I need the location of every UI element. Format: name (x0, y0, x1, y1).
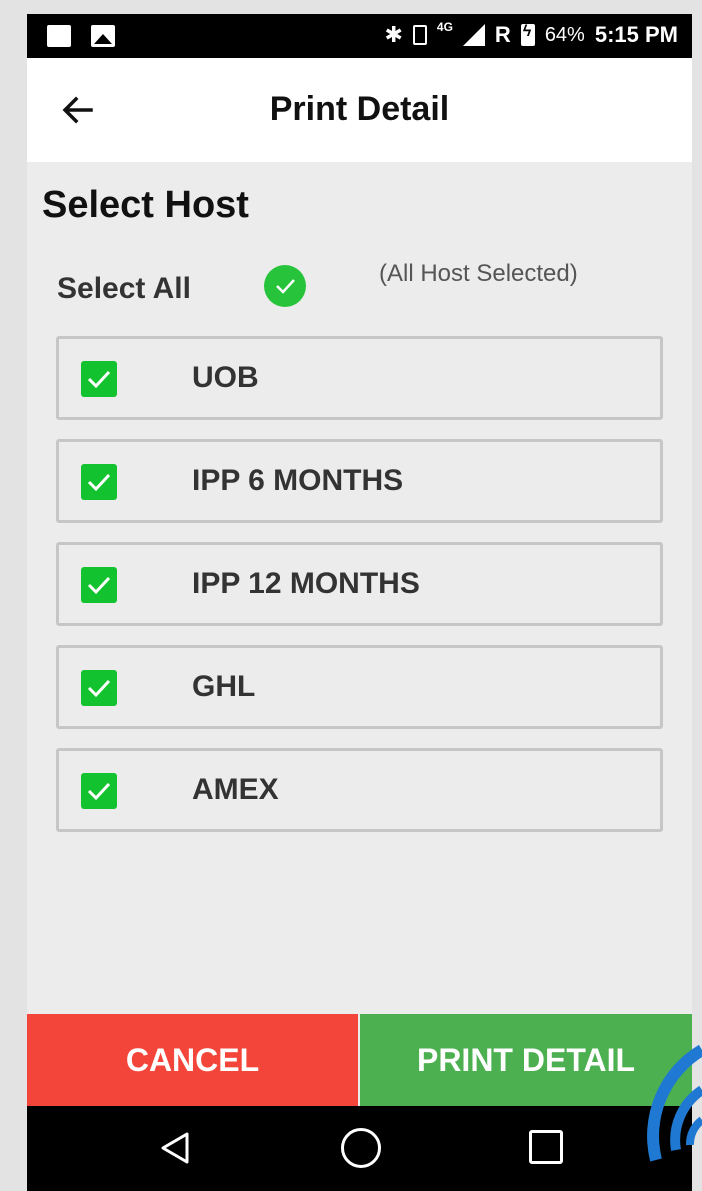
host-list: UOB IPP 6 MONTHS IPP 12 MONTHS GHL AMEX (56, 336, 663, 851)
checkmark-icon (87, 782, 111, 801)
network-type: 4G (436, 20, 453, 34)
cancel-button[interactable]: CANCEL (27, 1014, 358, 1106)
battery-percent: 64% (544, 23, 585, 46)
host-item[interactable]: IPP 12 MONTHS (56, 542, 663, 626)
section-title: Select Host (42, 184, 249, 226)
bluetooth-icon: ✱ (384, 22, 403, 47)
notification-icon (47, 25, 71, 47)
roaming-indicator: R (494, 22, 511, 47)
host-label: AMEX (192, 773, 279, 806)
host-item[interactable]: AMEX (56, 748, 663, 832)
checkmark-icon (87, 370, 111, 389)
checkmark-icon (87, 679, 111, 698)
checkmark-icon (87, 576, 111, 595)
vibrate-icon (412, 25, 427, 45)
nav-home-icon[interactable] (341, 1128, 381, 1168)
image-notification-icon (91, 25, 115, 47)
host-label: UOB (192, 361, 259, 394)
host-label: IPP 12 MONTHS (192, 567, 420, 600)
host-checkbox[interactable] (81, 361, 117, 397)
host-checkbox[interactable] (81, 567, 117, 603)
host-item[interactable]: IPP 6 MONTHS (56, 439, 663, 523)
select-all-toggle[interactable] (264, 265, 306, 307)
host-label: GHL (192, 670, 256, 703)
checkmark-icon (87, 473, 111, 492)
host-checkbox[interactable] (81, 464, 117, 500)
check-circle-icon (276, 279, 295, 294)
select-all-status: (All Host Selected) (379, 260, 578, 287)
select-all-label: Select All (57, 272, 191, 305)
host-checkbox[interactable] (81, 670, 117, 706)
host-item[interactable]: UOB (56, 336, 663, 420)
clock: 5:15 PM (594, 22, 678, 47)
battery-icon (520, 23, 535, 46)
nav-back-icon[interactable] (157, 1130, 193, 1166)
device-screen: ✱ 4G R 64% 5:15 PM Print Detail Select H… (27, 14, 692, 1191)
toolbar: Print Detail (27, 58, 692, 162)
host-checkbox[interactable] (81, 773, 117, 809)
page-title: Print Detail (269, 90, 450, 128)
status-bar: ✱ 4G R 64% 5:15 PM (27, 14, 692, 58)
system-nav-bar (27, 1106, 692, 1191)
contactless-icon (647, 1044, 702, 1162)
nav-recent-apps-icon[interactable] (529, 1130, 563, 1164)
host-label: IPP 6 MONTHS (192, 464, 404, 497)
host-item[interactable]: GHL (56, 645, 663, 729)
signal-icon (462, 24, 485, 46)
